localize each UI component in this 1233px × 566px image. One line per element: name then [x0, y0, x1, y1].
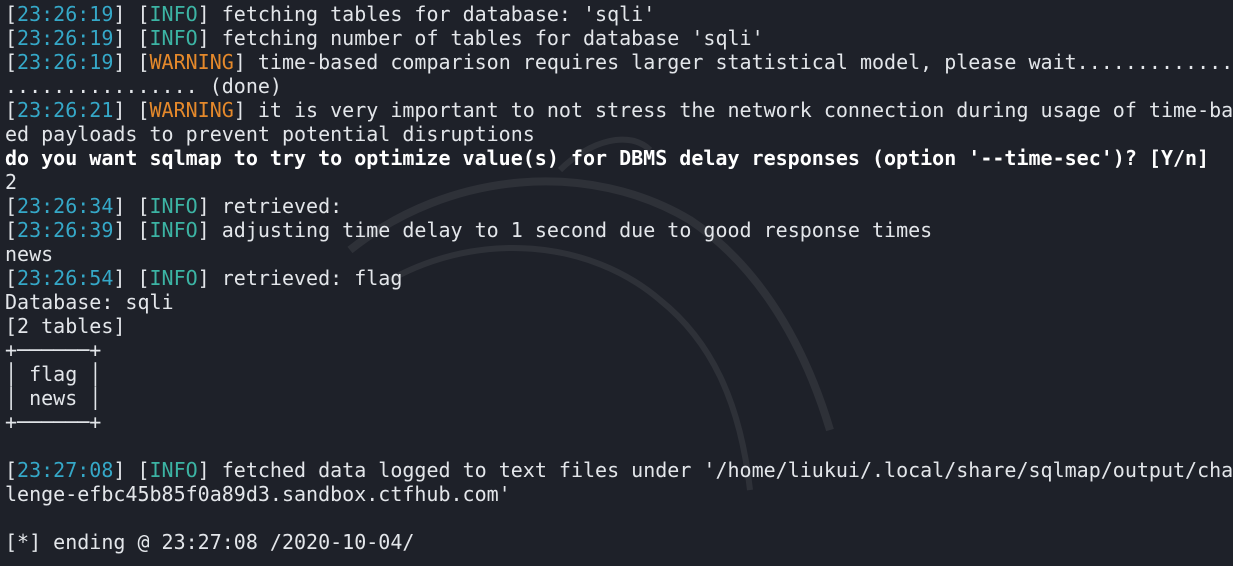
terminal-line: lenge-efbc45b85f0a89d3.sandbox.ctfhub.co…: [5, 482, 1233, 506]
terminal-line: [23:26:39] [INFO] adjusting time delay t…: [5, 218, 933, 242]
log-level: INFO: [149, 194, 198, 218]
terminal-line: [23:26:19] [INFO] fetching number of tab…: [5, 26, 764, 50]
log-message: it is very important to not stress the n…: [257, 98, 1233, 122]
log-level: WARNING: [149, 50, 234, 74]
terminal-line: │ news │: [5, 386, 1233, 410]
log-message: adjusting time delay to 1 second due to …: [221, 218, 933, 242]
output-text: +──────+: [5, 410, 102, 434]
terminal-line: 2: [5, 170, 1233, 194]
output-text: ed payloads to prevent potential disrupt…: [5, 122, 535, 146]
terminal-line: [23:26:19] [WARNING] time-based comparis…: [5, 50, 1233, 74]
log-level: INFO: [149, 2, 198, 26]
log-timestamp: 23:26:21: [17, 98, 114, 122]
terminal-line: ed payloads to prevent potential disrupt…: [5, 122, 1233, 146]
terminal-line: ................ (done): [5, 74, 1233, 98]
terminal-line: [23:27:08] [INFO] fetched data logged to…: [5, 458, 1233, 482]
output-text: Database: sqli: [5, 290, 174, 314]
log-timestamp: 23:26:54: [17, 266, 114, 290]
output-text: 2: [5, 170, 18, 194]
output-text: ................ (done): [5, 74, 282, 98]
log-level: INFO: [149, 458, 198, 482]
output-text: [2 tables]: [5, 314, 126, 338]
output-text: [*] ending @ 23:27:08 /2020-10-04/: [5, 530, 415, 554]
log-level: INFO: [149, 26, 198, 50]
log-timestamp: 23:27:08: [17, 458, 114, 482]
log-message: fetched data logged to text files under …: [221, 458, 1233, 482]
output-text: lenge-efbc45b85f0a89d3.sandbox.ctfhub.co…: [5, 482, 511, 506]
terminal-line: [2 tables]: [5, 314, 1233, 338]
log-message: time-based comparison requires larger st…: [257, 50, 1233, 74]
log-level: INFO: [149, 218, 198, 242]
terminal-line: [23:26:54] [INFO] retrieved: flag: [5, 266, 403, 290]
prompt-question: do you want sqlmap to try to optimize va…: [5, 146, 1210, 170]
terminal-line: do you want sqlmap to try to optimize va…: [5, 146, 1233, 170]
terminal-line: news: [5, 242, 1233, 266]
output-text: news: [5, 242, 54, 266]
terminal-line: [23:26:34] [INFO] retrieved:: [5, 194, 343, 218]
terminal-line: [23:26:19] [INFO] fetching tables for da…: [5, 2, 656, 26]
log-message: fetching number of tables for database '…: [221, 26, 764, 50]
log-message: fetching tables for database: 'sqli': [221, 2, 656, 26]
output-text: │ news │: [5, 386, 102, 410]
log-timestamp: 23:26:19: [17, 50, 114, 74]
output-text: +──────+: [5, 338, 102, 362]
terminal-line: │ flag │: [5, 362, 1233, 386]
terminal-output: [23:26:19] [INFO] fetching tables for da…: [5, 2, 1233, 554]
terminal-line: [23:26:21] [WARNING] it is very importan…: [5, 98, 1233, 122]
log-timestamp: 23:26:34: [17, 194, 114, 218]
terminal-line: +──────+: [5, 410, 1233, 434]
log-timestamp: 23:26:19: [17, 26, 114, 50]
log-message: retrieved: flag: [221, 266, 403, 290]
log-timestamp: 23:26:39: [17, 218, 114, 242]
output-text: │ flag │: [5, 362, 102, 386]
log-level: WARNING: [149, 98, 234, 122]
terminal-line: Database: sqli: [5, 290, 1233, 314]
log-timestamp: 23:26:19: [17, 2, 114, 26]
log-level: INFO: [149, 266, 198, 290]
terminal-line: +──────+: [5, 338, 1233, 362]
terminal-line: [*] ending @ 23:27:08 /2020-10-04/: [5, 530, 1233, 554]
log-message: retrieved:: [221, 194, 343, 218]
